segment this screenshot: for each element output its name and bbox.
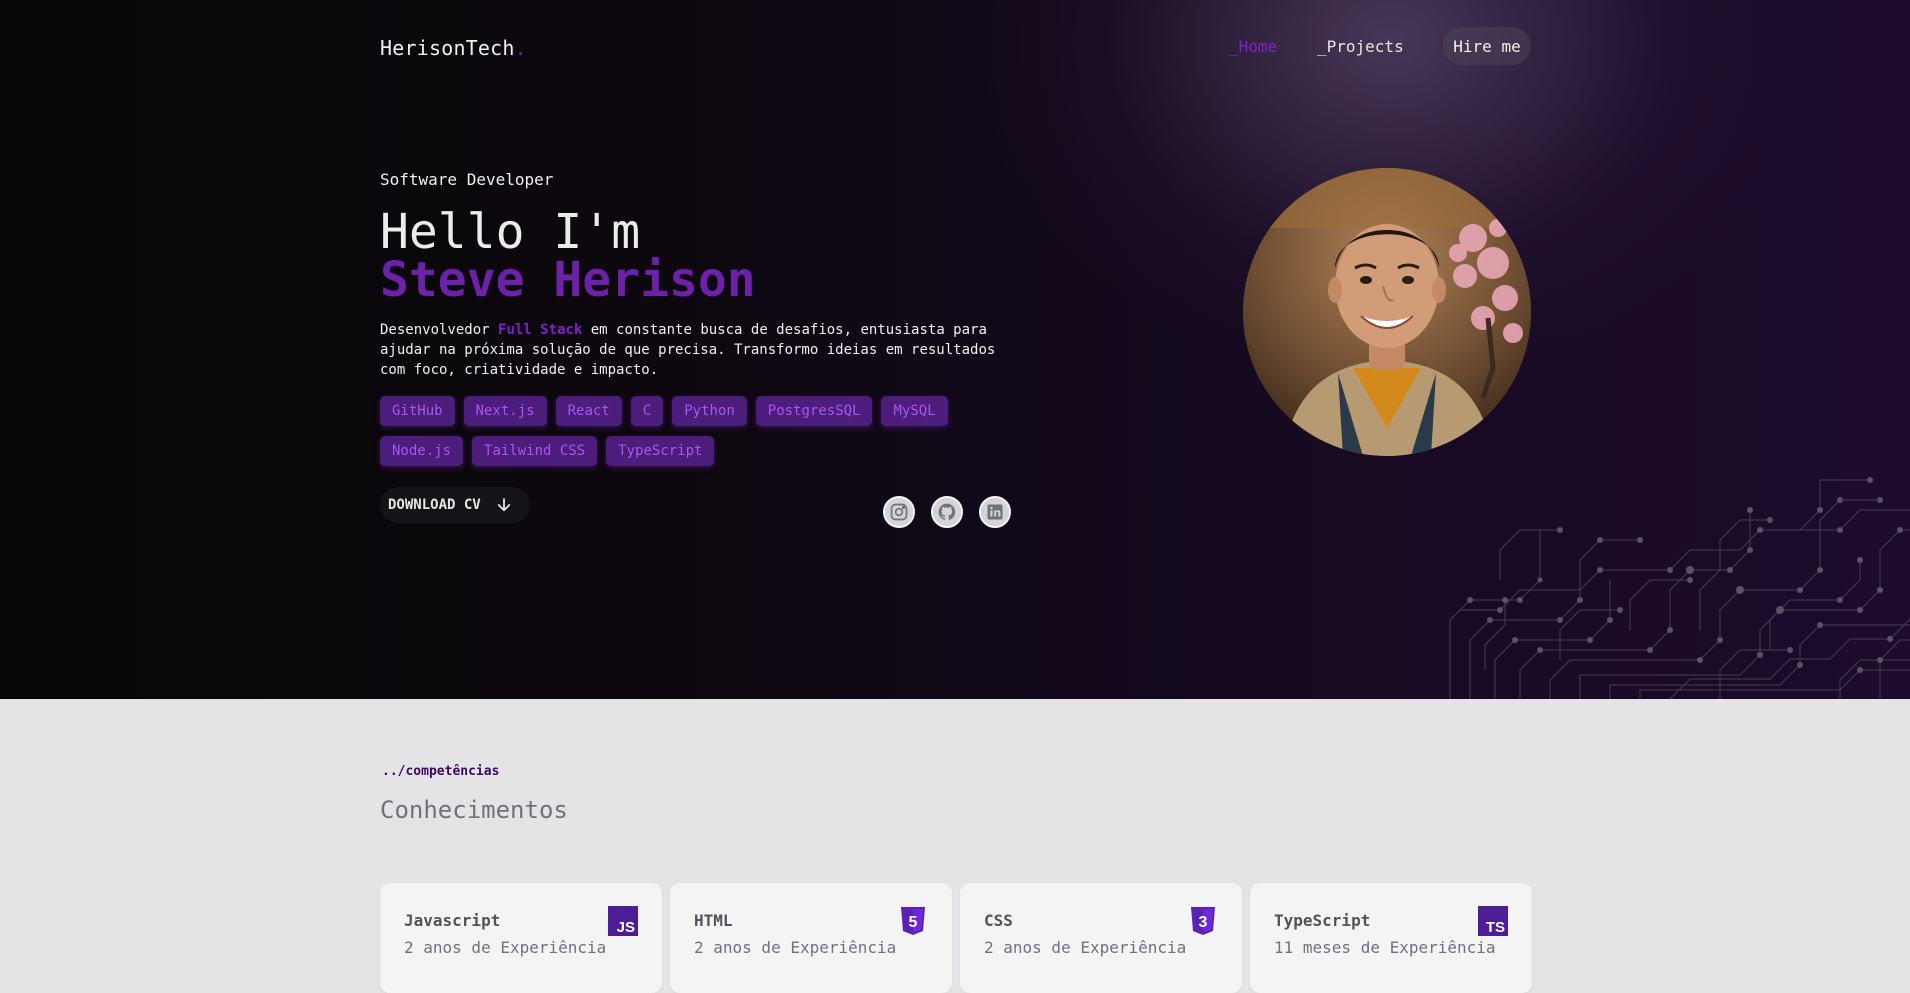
skill-name: HTML	[694, 911, 733, 930]
nav-link-projects[interactable]: _Projects	[1317, 37, 1404, 56]
section-kicker: ../competências	[382, 764, 500, 779]
tech-tag: TypeScript	[606, 436, 715, 466]
tech-tag: PostgresSQL	[755, 396, 873, 426]
skill-card-css: CSS 2 anos de Experiência 3	[960, 883, 1242, 993]
desc-highlight: Full Stack	[498, 322, 583, 338]
skill-name: TypeScript	[1274, 911, 1371, 930]
profile-photo-illustration	[1243, 168, 1531, 456]
skill-card-html: HTML 2 anos de Experiência 5	[670, 883, 952, 993]
hero-description: Desenvolvedor Full Stack em constante bu…	[380, 320, 1020, 380]
github-link[interactable]	[931, 496, 963, 528]
hero-section: HerisonTech. _Home _Projects Hire me Sof…	[0, 0, 1910, 699]
linkedin-icon	[987, 504, 1003, 520]
desc-text-start: Desenvolvedor	[380, 322, 499, 338]
html5-badge-text: 5	[909, 914, 918, 931]
site-logo[interactable]: HerisonTech.	[380, 36, 527, 60]
linkedin-link[interactable]	[979, 496, 1011, 528]
skill-experience: 2 anos de Experiência	[404, 938, 607, 957]
css3-icon: 3	[1191, 907, 1215, 935]
github-icon	[938, 503, 956, 520]
hero-role: Software Developer	[380, 170, 554, 189]
ts-badge-text: TS	[1486, 919, 1505, 936]
download-cv-button[interactable]: DOWNLOAD CV	[380, 487, 530, 523]
tech-tag: Tailwind CSS	[472, 436, 598, 466]
tech-tag: GitHub	[380, 396, 455, 426]
section-title: Conhecimentos	[380, 796, 568, 824]
tech-tag: Python	[672, 396, 747, 426]
js-icon: JS	[608, 906, 638, 936]
skill-card-typescript: TypeScript 11 meses de Experiência TS	[1250, 883, 1532, 993]
tech-tag: C	[630, 396, 664, 426]
hire-me-button[interactable]: Hire me	[1443, 27, 1531, 65]
skill-card-javascript: Javascript 2 anos de Experiência JS	[380, 883, 662, 993]
tech-tag: MySQL	[881, 396, 948, 426]
css3-badge-text: 3	[1199, 914, 1208, 931]
tech-tags: GitHub Next.js React C Python PostgresSQ…	[380, 396, 980, 466]
skill-name: CSS	[984, 911, 1013, 930]
tech-tag: React	[555, 396, 622, 426]
html5-icon: 5	[901, 907, 925, 935]
download-cv-label: DOWNLOAD CV	[388, 497, 481, 513]
skill-name: Javascript	[404, 911, 501, 930]
instagram-link[interactable]	[883, 496, 915, 528]
nav-link-home[interactable]: _Home	[1229, 37, 1277, 56]
ts-icon: TS	[1478, 906, 1508, 936]
instagram-icon	[890, 503, 908, 521]
tech-tag: Next.js	[463, 396, 547, 426]
skill-experience: 2 anos de Experiência	[694, 938, 897, 957]
circuit-pattern-decoration	[1449, 477, 1910, 699]
profile-photo	[1243, 168, 1531, 456]
logo-dot: .	[514, 36, 527, 60]
skill-experience: 2 anos de Experiência	[984, 938, 1187, 957]
js-badge-text: JS	[617, 919, 635, 936]
arrow-down-icon	[497, 498, 510, 512]
logo-text: HerisonTech	[380, 36, 515, 60]
hero-name: Steve Herison	[380, 252, 756, 308]
skill-experience: 11 meses de Experiência	[1274, 938, 1496, 957]
tech-tag: Node.js	[380, 436, 464, 466]
